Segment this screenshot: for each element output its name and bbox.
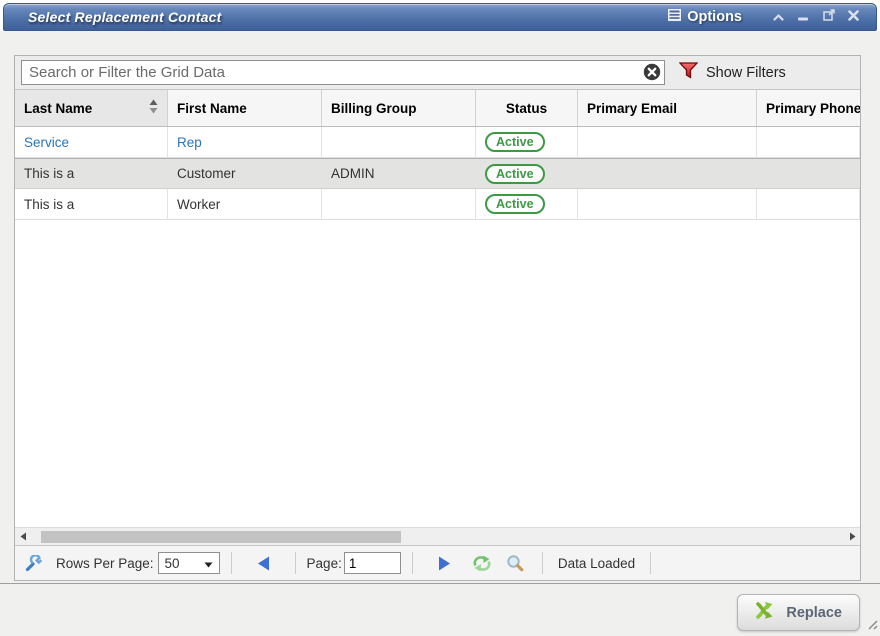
cell-status: Active (476, 127, 578, 157)
cell-last-name: Service (15, 127, 168, 157)
minus-icon (798, 8, 809, 26)
cell-first-name: Worker (168, 189, 322, 219)
column-label: Primary Email (587, 101, 677, 116)
chevron-down-icon (204, 556, 213, 571)
rows-per-page-value: 50 (165, 556, 180, 571)
column-label: Primary Phone (766, 101, 860, 116)
table-row[interactable]: This is a Worker Active (15, 189, 860, 220)
options-button[interactable]: Options (668, 8, 742, 26)
popout-button[interactable] (816, 7, 841, 27)
data-loaded-status: Data Loaded (558, 556, 635, 571)
table-row[interactable]: Service Rep Active (15, 127, 860, 158)
refresh-icon[interactable] (472, 555, 492, 572)
rows-per-page-label: Rows Per Page: (56, 556, 154, 571)
replace-button[interactable]: Replace (737, 594, 860, 631)
cell-primary-phone (757, 159, 860, 188)
cell-first-name: Customer (168, 159, 322, 188)
cell-status: Active (476, 189, 578, 219)
grid-search-bar: Show Filters (15, 56, 860, 90)
column-header-last-name[interactable]: Last Name (15, 90, 168, 126)
contacts-grid: Show Filters Last Name First Name Billin… (14, 55, 861, 581)
status-badge: Active (485, 164, 545, 184)
dialog-body: Show Filters Last Name First Name Billin… (0, 31, 880, 636)
column-label: Billing Group (331, 101, 417, 116)
list-icon (668, 8, 681, 26)
chevron-up-icon (773, 8, 784, 26)
divider (295, 552, 296, 574)
close-icon (848, 8, 859, 26)
next-page-button[interactable] (424, 556, 465, 571)
status-badge: Active (485, 194, 545, 214)
cell-primary-email (578, 189, 757, 219)
show-filters-label: Show Filters (706, 65, 786, 81)
cell-primary-email (578, 159, 757, 188)
divider (650, 552, 651, 574)
filter-funnel-icon (679, 62, 698, 84)
column-label: Status (506, 101, 547, 116)
close-button[interactable] (841, 7, 866, 27)
wrench-icon[interactable] (25, 555, 42, 572)
search-input[interactable] (21, 60, 665, 85)
show-filters-button[interactable]: Show Filters (679, 62, 786, 84)
column-header-primary-phone[interactable]: Primary Phone (757, 90, 860, 126)
cell-primary-email (578, 127, 757, 157)
column-header-status[interactable]: Status (476, 90, 578, 126)
rows-per-page-select[interactable]: 50 (158, 552, 220, 574)
minimize-button[interactable] (791, 7, 816, 27)
scroll-right-icon[interactable] (844, 532, 860, 541)
horizontal-scrollbar[interactable] (15, 527, 860, 545)
page-number-input[interactable] (344, 552, 401, 574)
cell-last-name: This is a (15, 189, 168, 219)
grid-empty-area (15, 220, 860, 527)
scrollbar-thumb[interactable] (41, 531, 401, 543)
dialog-window: Select Replacement Contact Options (0, 0, 880, 636)
cell-last-name: This is a (15, 159, 168, 188)
cell-billing-group (322, 127, 476, 157)
cell-status: Active (476, 159, 578, 188)
scrollbar-track[interactable] (31, 530, 844, 544)
grid-pager: Rows Per Page: 50 Page: (15, 545, 860, 580)
swap-arrows-icon (755, 601, 776, 624)
table-row[interactable]: This is a Customer ADMIN Active (15, 158, 860, 189)
footer-divider (0, 583, 880, 584)
prev-page-button[interactable] (243, 556, 284, 571)
popout-icon (823, 8, 835, 26)
resize-grip-icon[interactable] (865, 617, 878, 635)
column-header-primary-email[interactable]: Primary Email (578, 90, 757, 126)
page-label: Page: (307, 556, 342, 571)
column-label: Last Name (24, 101, 92, 116)
collapse-button[interactable] (766, 7, 791, 27)
cell-billing-group (322, 189, 476, 219)
clear-search-icon[interactable] (643, 63, 661, 81)
sort-arrows-icon (149, 99, 158, 117)
titlebar[interactable]: Select Replacement Contact Options (3, 3, 877, 31)
column-header-first-name[interactable]: First Name (168, 90, 322, 126)
dialog-title: Select Replacement Contact (28, 9, 221, 25)
cell-billing-group: ADMIN (322, 159, 476, 188)
cell-first-name: Rep (168, 127, 322, 157)
column-label: First Name (177, 101, 247, 116)
options-label: Options (687, 9, 742, 25)
replace-label: Replace (786, 605, 842, 621)
status-badge: Active (485, 132, 545, 152)
cell-primary-phone (757, 127, 860, 157)
cell-primary-phone (757, 189, 860, 219)
scroll-left-icon[interactable] (15, 532, 31, 541)
magnifier-icon[interactable] (506, 554, 524, 572)
divider (412, 552, 413, 574)
grid-header-row: Last Name First Name Billing Group Statu… (15, 90, 860, 127)
column-header-billing-group[interactable]: Billing Group (322, 90, 476, 126)
divider (231, 552, 232, 574)
divider (542, 552, 543, 574)
